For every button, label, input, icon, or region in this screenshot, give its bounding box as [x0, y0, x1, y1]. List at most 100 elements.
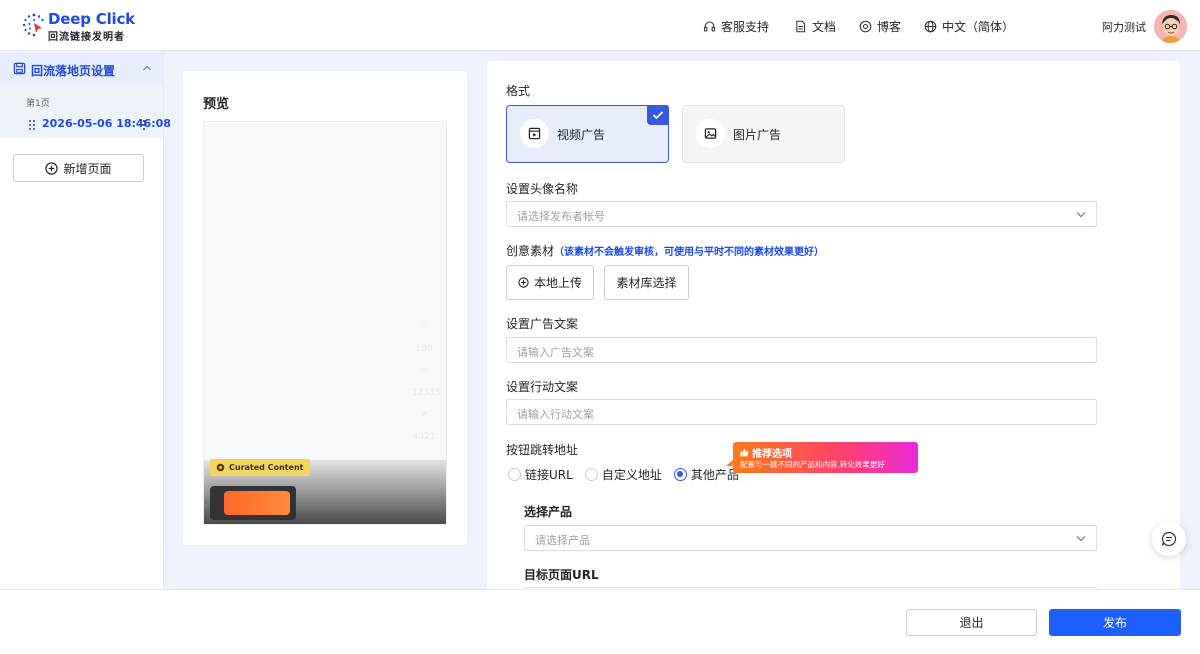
avatar[interactable]	[1154, 10, 1187, 43]
sidebar-page-item[interactable]: 2026-05-06 18:46:08	[28, 117, 171, 133]
headset-icon	[703, 21, 716, 31]
document-icon	[796, 20, 806, 32]
nav-blog-label: 博客	[877, 19, 902, 34]
page-item-date: 2026-05-06 18:46:08	[42, 117, 171, 130]
video-ad-icon	[528, 127, 541, 140]
ad-copy-placeholder: 请输入广告文案	[517, 346, 594, 359]
radio-other-product[interactable]: 其他产品	[673, 466, 739, 483]
publish-button[interactable]: 发布	[1049, 609, 1181, 636]
preview-panel: 预览 ♡ 190 ☆ 12333 ↗ 4321 Curated Content	[183, 71, 467, 545]
action-copy-input[interactable]: 请输入行动文案	[506, 399, 1097, 425]
curated-content-label: Curated Content	[229, 463, 304, 472]
chat-float-button[interactable]	[1152, 522, 1186, 556]
sidebar: 回流落地页设置 第1页 2026-05-06 18:46:08 新增页面	[0, 52, 171, 592]
creative-material-hint: （该素材不会触发审核，可使用与平时不同的素材效果更好）	[554, 247, 825, 258]
settings-form: 格式 视频广告 图片广告 设置头像名称 请选择发布者帐号 创意素材（该素材不会触…	[487, 61, 1180, 591]
publisher-account-select[interactable]: 请选择发布者帐号	[506, 201, 1097, 227]
radio-other-product-label: 其他产品	[690, 467, 739, 482]
curated-content-tag: Curated Content	[210, 459, 310, 476]
user-name[interactable]: 阿力测试	[1102, 19, 1146, 35]
preview-cta-button	[224, 491, 290, 515]
chevron-down-icon	[1076, 212, 1086, 218]
radio-circle	[584, 467, 598, 481]
nav-blog[interactable]: 博客	[859, 17, 901, 35]
video-ad-icon-wrap	[520, 119, 549, 148]
radio-circle	[508, 467, 521, 481]
preview-star-count: 12333	[412, 388, 441, 398]
top-header: Deep Click 回流链接发明者 客服支持 文档 博客 中文（简体） 阿力测…	[0, 0, 1200, 51]
radio-circle-selected	[673, 467, 687, 481]
image-ad-icon	[704, 128, 717, 139]
check-icon	[647, 105, 669, 125]
action-copy-label: 设置行动文案	[506, 380, 579, 394]
format-label: 格式	[506, 84, 531, 98]
sidebar-page-group: 第1页 2026-05-06 18:46:08	[0, 86, 171, 138]
product-placeholder: 请选择产品	[535, 534, 590, 547]
creative-material-title: 创意素材	[506, 244, 555, 258]
material-library-button[interactable]: 素材库选择	[604, 265, 689, 300]
format-video-label: 视频广告	[557, 128, 606, 142]
thumbs-up-icon	[740, 448, 749, 457]
blog-icon	[859, 20, 872, 32]
nav-language-label: 中文（简体）	[942, 19, 1015, 34]
radio-link-url-label: 链接URL	[525, 467, 573, 482]
preview-star-icon: ☆	[419, 366, 429, 376]
recommend-badge: 推荐选项 配置与一跳不同的产品和内容,转化效果更好	[726, 442, 918, 473]
avatar-illustration-icon	[1154, 10, 1187, 43]
chat-icon	[1161, 531, 1177, 547]
logo-title: Deep Click	[48, 10, 135, 28]
product-select[interactable]: 请选择产品	[524, 525, 1097, 551]
chevron-up-icon[interactable]	[142, 63, 152, 73]
creative-material-label: 创意素材（该素材不会触发审核，可使用与平时不同的素材效果更好）	[506, 242, 824, 259]
add-page-button[interactable]: 新增页面	[13, 154, 144, 182]
plus-circle-icon	[518, 277, 529, 288]
recommend-title-text: 推荐选项	[752, 449, 792, 460]
avatar-name-label: 设置头像名称	[506, 182, 579, 196]
preview-side-actions: ♡ 190 ☆ 12333 ↗ 4321	[412, 322, 441, 452]
add-page-label: 新增页面	[63, 161, 112, 176]
exit-button[interactable]: 退出	[906, 609, 1037, 636]
target-url-label: 目标页面URL	[524, 568, 599, 582]
logo-dots-icon	[22, 13, 44, 37]
preview-share-icon: ↗	[420, 410, 428, 420]
ad-copy-input[interactable]: 请输入广告文案	[506, 337, 1097, 363]
preview-like-icon: ♡	[419, 322, 429, 332]
nav-docs[interactable]: 文档	[794, 17, 836, 35]
chevron-down-icon	[1076, 536, 1086, 542]
local-upload-label: 本地上传	[533, 276, 582, 290]
page-number-label: 第1页	[26, 99, 50, 109]
footer-bar: 退出 发布	[0, 589, 1200, 654]
save-icon	[13, 62, 26, 75]
recommend-badge-tail	[726, 459, 734, 466]
format-option-video[interactable]: 视频广告	[506, 105, 669, 163]
ad-copy-label: 设置广告文案	[506, 317, 579, 331]
redirect-radio-group: 链接URL 自定义地址 其他产品	[508, 466, 751, 482]
nav-docs-label: 文档	[812, 19, 837, 34]
gear-badge-icon	[216, 463, 225, 472]
nav-support-label: 客服支持	[721, 19, 770, 34]
action-copy-placeholder: 请输入行动文案	[517, 408, 594, 421]
image-ad-icon-wrap	[696, 119, 725, 148]
nav-support[interactable]: 客服支持	[703, 17, 769, 35]
publisher-account-placeholder: 请选择发布者帐号	[517, 210, 605, 223]
radio-custom-address-label: 自定义地址	[601, 467, 662, 482]
material-library-label: 素材库选择	[616, 276, 677, 290]
nav-language[interactable]: 中文（简体）	[924, 17, 1014, 35]
drag-handle-icon[interactable]	[28, 119, 36, 131]
logo[interactable]: Deep Click 回流链接发明者	[20, 9, 140, 43]
preview-title: 预览	[203, 97, 230, 112]
preview-ad-box	[210, 486, 296, 520]
format-option-image[interactable]: 图片广告	[682, 105, 845, 163]
local-upload-button[interactable]: 本地上传	[506, 265, 594, 300]
sidebar-section-title: 回流落地页设置	[31, 64, 116, 78]
plus-circle-icon	[45, 161, 59, 175]
more-vertical-icon[interactable]	[142, 119, 146, 131]
recommend-title: 推荐选项	[740, 445, 792, 460]
preview-like-count: 190	[415, 344, 433, 354]
radio-custom-address[interactable]: 自定义地址	[584, 466, 662, 483]
radio-link-url[interactable]: 链接URL	[508, 466, 573, 483]
product-label: 选择产品	[524, 505, 573, 519]
preview-share-count: 4321	[412, 432, 436, 442]
logo-subtitle: 回流链接发明者	[48, 32, 125, 43]
sidebar-section-header[interactable]: 回流落地页设置	[0, 52, 163, 86]
